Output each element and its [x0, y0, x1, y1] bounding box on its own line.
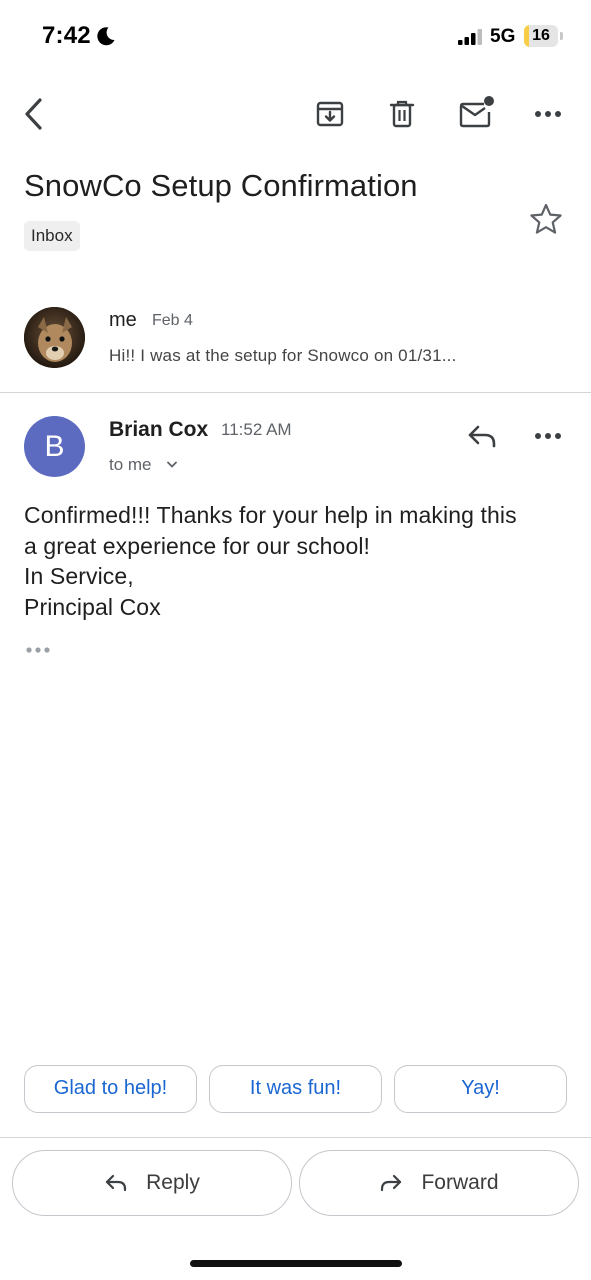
status-time: 7:42 — [42, 22, 91, 49]
ellipsis-icon — [26, 647, 50, 653]
sender-name: Brian Cox — [109, 418, 209, 441]
reply-label: Reply — [146, 1171, 200, 1194]
signal-icon — [458, 29, 484, 45]
sender-avatar: B — [24, 416, 85, 477]
recipient-text: to me — [109, 455, 152, 474]
body-line: Principal Cox — [24, 593, 161, 620]
message-body: Confirmed!!! Thanks for your help in mak… — [24, 500, 574, 622]
forward-button[interactable]: Forward — [299, 1150, 579, 1216]
forward-label: Forward — [421, 1171, 499, 1194]
forward-icon — [381, 1174, 402, 1192]
reply-icon — [468, 425, 496, 448]
battery-icon: 16 — [524, 25, 564, 47]
more-horizontal-icon — [535, 111, 561, 117]
delete-button[interactable] — [380, 92, 424, 136]
collapsed-message[interactable]: me Feb 4 Hi!! I was at the setup for Sno… — [0, 296, 591, 392]
body-line: Confirmed!!! Thanks for your help in mak… — [24, 502, 517, 528]
smart-reply-button[interactable]: It was fun! — [209, 1065, 382, 1113]
message-divider — [0, 392, 591, 393]
battery-level: 16 — [532, 27, 550, 44]
chevron-down-icon — [166, 461, 177, 468]
message-reply-button[interactable] — [460, 414, 504, 458]
email-subject: SnowCo Setup Confirmation — [24, 168, 418, 203]
mark-unread-button[interactable] — [454, 90, 498, 134]
home-indicator[interactable] — [190, 1260, 402, 1267]
back-button[interactable] — [12, 92, 56, 136]
action-divider — [0, 1137, 591, 1138]
archive-button[interactable] — [308, 92, 352, 136]
collapsed-snippet: Hi!! I was at the setup for Snowco on 01… — [109, 346, 457, 365]
recipient-details-toggle[interactable]: to me — [109, 455, 180, 475]
avatar — [24, 307, 85, 368]
status-bar: 7:42 5G 16 — [0, 0, 591, 76]
reply-icon — [106, 1174, 127, 1192]
trash-icon — [389, 100, 415, 128]
collapsed-date: Feb 4 — [152, 312, 193, 329]
message-time: 11:52 AM — [221, 420, 292, 439]
message-more-button[interactable] — [526, 414, 570, 458]
archive-icon — [316, 101, 344, 127]
body-line: In Service, — [24, 563, 134, 589]
more-horizontal-icon — [535, 433, 561, 439]
smart-reply-button[interactable]: Yay! — [394, 1065, 567, 1113]
body-line: a great experience for our school! — [24, 532, 371, 559]
moon-icon — [96, 26, 116, 46]
star-button[interactable] — [526, 200, 566, 240]
mark-unread-icon — [459, 96, 494, 128]
star-icon — [530, 203, 562, 234]
back-arrow-icon — [25, 98, 42, 130]
reply-button[interactable]: Reply — [12, 1150, 292, 1216]
collapsed-sender: me — [109, 309, 137, 331]
inbox-label-chip[interactable]: Inbox — [24, 221, 80, 251]
show-trimmed-content-button[interactable] — [24, 640, 56, 660]
network-label: 5G — [490, 26, 516, 47]
smart-reply-button[interactable]: Glad to help! — [24, 1065, 197, 1113]
more-options-button[interactable] — [526, 92, 570, 136]
